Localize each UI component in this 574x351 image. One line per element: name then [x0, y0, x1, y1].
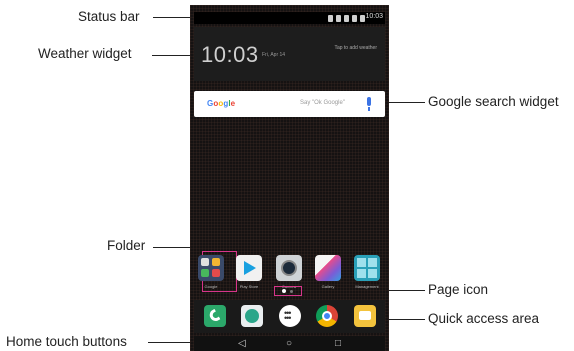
- page-dot: [290, 290, 293, 293]
- home-touch-buttons-callout: Home touch buttons: [6, 334, 127, 349]
- mgmt-tile: [357, 269, 366, 278]
- quick-access-area-leader: [389, 319, 425, 320]
- app-label: Gallery: [321, 284, 335, 289]
- weather-widget-callout: Weather widget: [38, 46, 132, 61]
- weather-tap-hint[interactable]: Tap to add weather: [334, 45, 377, 51]
- handset-shape: [207, 308, 221, 324]
- mgmt-tile: [368, 269, 377, 278]
- gallery-icon: [315, 255, 341, 281]
- camera-lens: [281, 260, 297, 276]
- folder-mini-icon: [201, 269, 209, 277]
- message-bubble: [359, 311, 371, 320]
- camera-icon: [276, 255, 302, 281]
- play-triangle: [244, 261, 256, 275]
- google-search-widget-callout: Google search widget: [428, 94, 559, 109]
- weather-widget[interactable]: 10:03 Fri, Apr 14 Tap to add weather: [194, 27, 385, 81]
- folder-mini-icon: [201, 258, 209, 266]
- phone-icon[interactable]: [204, 305, 226, 327]
- quick-access-area: ••• •••: [194, 300, 385, 333]
- play-store-icon: [236, 255, 262, 281]
- page-icon-callout: Page icon: [428, 282, 489, 297]
- folder-mini-icon: [212, 258, 220, 266]
- google-search-widget-leader: [389, 102, 425, 103]
- app-label: Management: [355, 284, 379, 289]
- page-indicator-highlight: [274, 286, 302, 296]
- weather-widget-leader: [152, 55, 190, 56]
- phone-screen: 10:03 10:03 Fri, Apr 14 Tap to add weath…: [190, 5, 389, 351]
- app-camera[interactable]: Camera: [276, 255, 302, 289]
- weather-date: Fri, Apr 14: [262, 52, 286, 58]
- status-bar-callout: Status bar: [78, 9, 140, 24]
- folder-icon: [198, 255, 224, 281]
- signal-icon: [352, 14, 357, 22]
- google-logo: Google: [207, 99, 235, 108]
- alarm-icon: [336, 14, 341, 22]
- wifi-icon: [344, 14, 349, 22]
- app-label: Play Store: [239, 284, 259, 289]
- microphone-icon[interactable]: [367, 97, 371, 111]
- messages-icon[interactable]: [354, 305, 376, 327]
- nfc-icon: [328, 14, 333, 22]
- home-touch-buttons: ◁ ○ □: [194, 336, 385, 351]
- status-bar: 10:03: [194, 12, 385, 24]
- folder-leader: [153, 247, 194, 248]
- folder-mini-icon: [212, 269, 220, 277]
- status-bar-leader: [153, 17, 190, 18]
- page-dot-active: [282, 289, 286, 293]
- chrome-center: [322, 311, 332, 321]
- recents-button[interactable]: □: [335, 338, 341, 349]
- home-button[interactable]: ○: [286, 338, 292, 349]
- google-logo-letter: e: [230, 99, 236, 108]
- app-play-store[interactable]: Play Store: [236, 255, 262, 289]
- google-search-widget[interactable]: Google Say "Ok Google": [194, 91, 385, 117]
- app-folder[interactable]: Google: [198, 251, 237, 292]
- contact-avatar: [245, 309, 259, 323]
- folder-callout: Folder: [107, 238, 146, 253]
- app-management[interactable]: Management: [354, 255, 380, 289]
- app-gallery[interactable]: Gallery: [315, 255, 341, 289]
- status-icons: [328, 14, 365, 22]
- contacts-icon[interactable]: [241, 305, 263, 327]
- page-indicator[interactable]: [270, 286, 310, 296]
- chrome-icon[interactable]: [316, 305, 338, 327]
- apps-grid-dots: ••• •••: [284, 308, 292, 323]
- battery-icon: [360, 14, 365, 22]
- home-touch-buttons-leader: [148, 342, 190, 343]
- back-button[interactable]: ◁: [238, 338, 246, 349]
- management-icon: [354, 255, 380, 281]
- quick-access-area-callout: Quick access area: [428, 311, 540, 326]
- search-hint: Say "Ok Google": [300, 100, 345, 106]
- weather-clock: 10:03: [201, 42, 259, 67]
- apps-drawer-icon[interactable]: ••• •••: [279, 305, 301, 327]
- status-time: 10:03: [365, 13, 383, 20]
- mgmt-tile: [357, 258, 366, 267]
- mgmt-tile: [368, 258, 377, 267]
